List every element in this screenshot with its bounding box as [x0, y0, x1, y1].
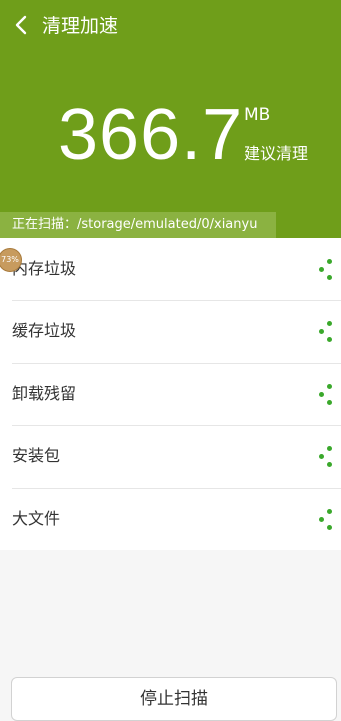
- list-item-large-files[interactable]: 大文件: [0, 487, 341, 550]
- page-title: 清理加速: [42, 15, 119, 37]
- scan-progress-bar: 正在扫描：/storage/emulated/0/xianyu: [0, 212, 341, 238]
- list-item-label: 安装包: [12, 446, 61, 466]
- list-item-memory-junk[interactable]: 内存垃圾: [0, 238, 341, 300]
- junk-size-value: 366.7: [58, 95, 244, 175]
- scan-status-text: 正在扫描：/storage/emulated/0/xianyu: [12, 217, 258, 232]
- loading-dots-icon: [319, 259, 335, 281]
- top-bar: 清理加速: [0, 0, 341, 52]
- stop-scan-label: 停止扫描: [140, 689, 208, 709]
- list-item-label: 缓存垃圾: [12, 321, 77, 341]
- category-list: 内存垃圾 缓存垃圾 卸载残留 安装包 大文件: [0, 238, 341, 550]
- loading-dots-icon: [319, 508, 335, 531]
- loading-dots-icon: [319, 321, 335, 343]
- back-icon[interactable]: [10, 13, 34, 37]
- list-item-label: 卸载残留: [12, 383, 77, 403]
- list-item-cache-junk[interactable]: 缓存垃圾: [0, 300, 341, 362]
- list-item-label: 大文件: [12, 508, 61, 528]
- header-panel: 清理加速 366.7 MB 建议清理: [0, 0, 341, 238]
- junk-size-unit: MB: [244, 105, 271, 125]
- loading-dots-icon: [319, 446, 335, 468]
- loading-dots-icon: [319, 383, 335, 406]
- suggest-clean-label: 建议清理: [244, 144, 309, 163]
- stop-scan-button[interactable]: 停止扫描: [11, 677, 337, 721]
- list-item-uninstall-residue[interactable]: 卸载残留: [0, 362, 341, 425]
- list-item-install-package[interactable]: 安装包: [0, 425, 341, 487]
